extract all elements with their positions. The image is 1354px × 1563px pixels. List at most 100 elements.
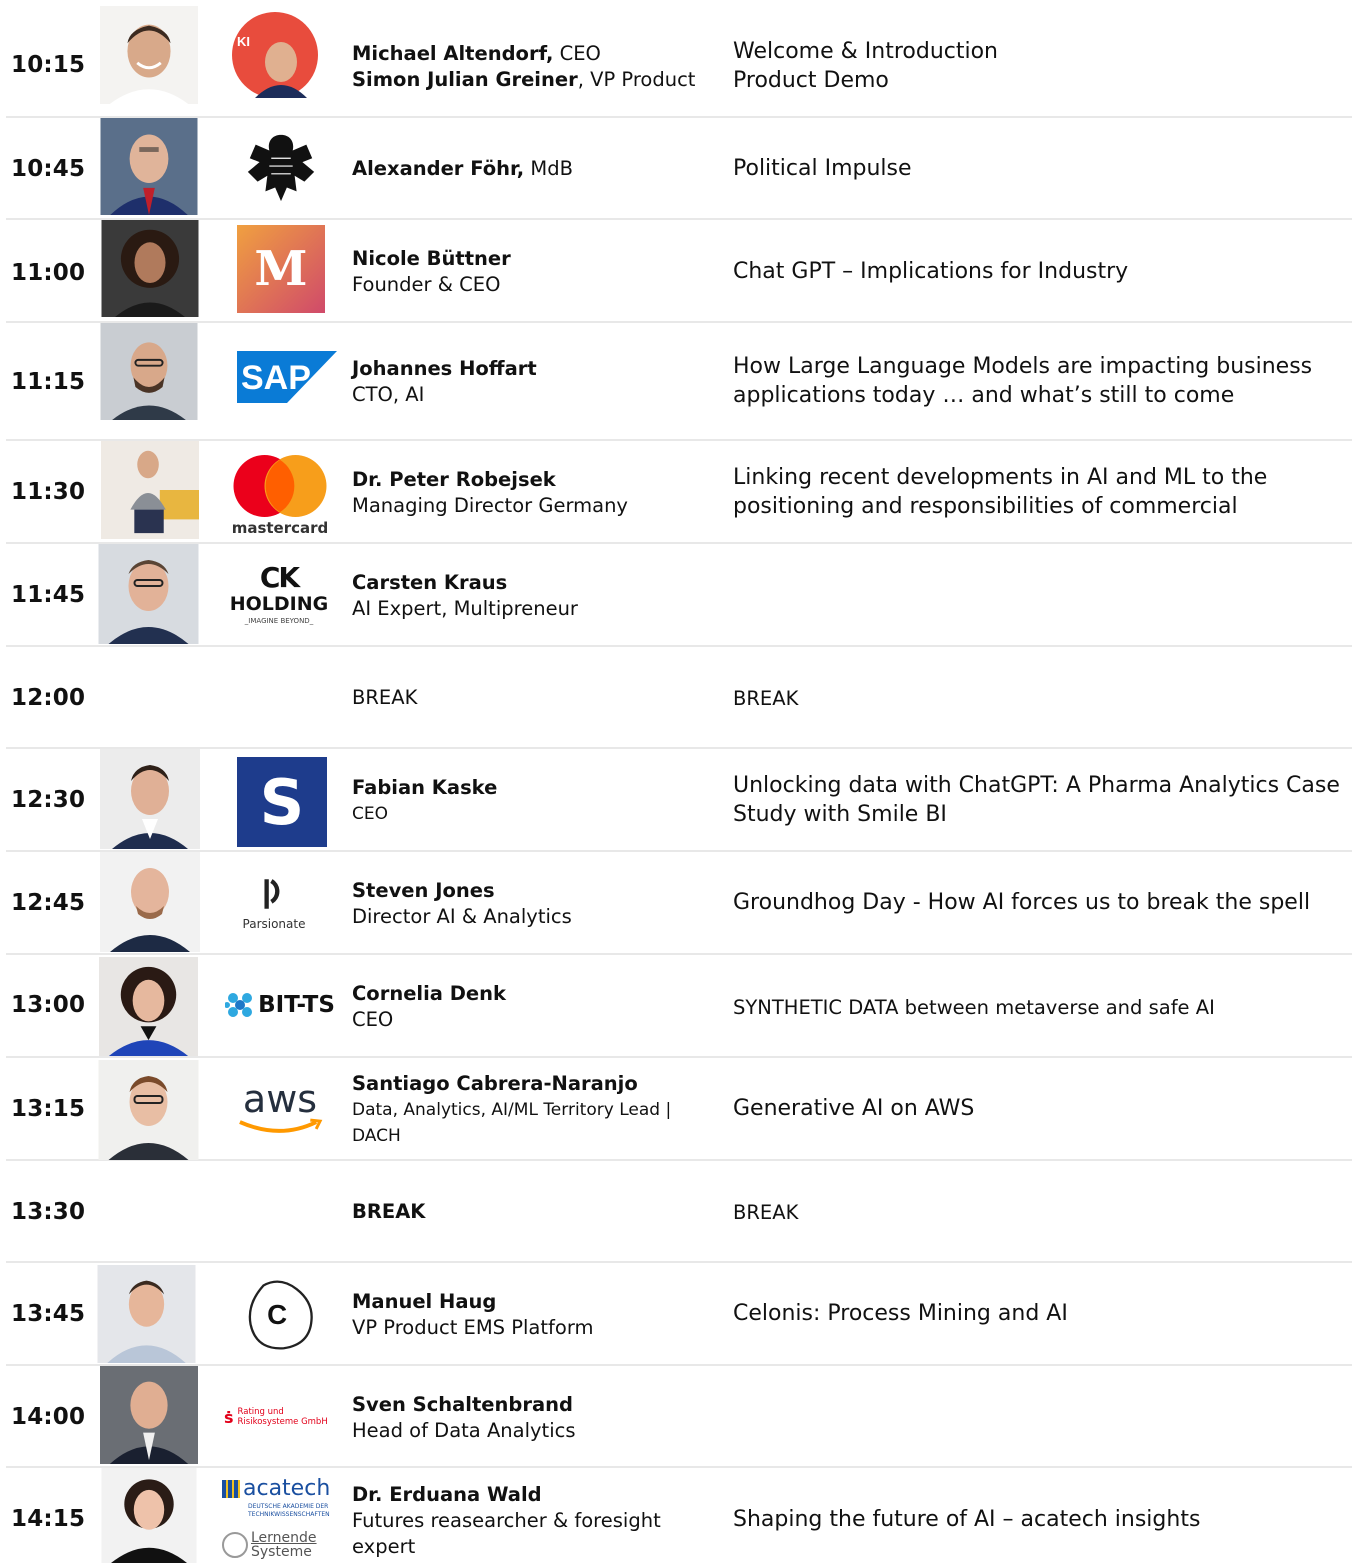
speaker-role: CTO, AI xyxy=(352,383,425,406)
session-topic: Political Impulse xyxy=(733,154,1353,183)
rating-risikosysteme-logo: ṡ Rating und Risikosysteme GmbH xyxy=(224,1402,336,1432)
speaker-photo xyxy=(95,1265,198,1363)
logo-text: BIT-TS xyxy=(258,992,335,1018)
logo-text: Lernende xyxy=(251,1529,317,1546)
speaker-info: Santiago Cabrera-Naranjo Data, Analytics… xyxy=(352,1071,671,1149)
speaker-info: Carsten Kraus AI Expert, Multipreneur xyxy=(352,570,578,622)
speaker-photo xyxy=(99,852,201,952)
logo-text: _IMAGINE BEYOND_ xyxy=(244,617,314,625)
topic-line: applications today … and what’s still to… xyxy=(733,383,1235,408)
time-label: 13:00 xyxy=(11,992,86,1018)
speaker-info: Sven Schaltenbrand Head of Data Analytic… xyxy=(352,1392,576,1444)
logo-text: Systeme xyxy=(251,1543,312,1560)
logo-text: TECHNIKWISSENSCHAFTEN xyxy=(248,1510,330,1518)
ck-holding-logo: CK HOLDING _IMAGINE BEYOND_ xyxy=(224,558,334,632)
acatech-icon xyxy=(222,1479,240,1498)
time-label: 14:00 xyxy=(11,1404,86,1430)
schedule-row: 13:45 C Manuel Haug VP Product EMS Platf… xyxy=(6,1263,1352,1366)
speaker-info: Manuel Haug VP Product EMS Platform xyxy=(352,1289,594,1341)
session-topic: Celonis: Process Mining and AI xyxy=(733,1299,1353,1328)
time-label: 11:30 xyxy=(11,479,86,505)
speaker-info: Michael Altendorf, CEO Simon Julian Grei… xyxy=(352,41,695,93)
break-label: BREAK xyxy=(352,1200,426,1223)
speaker-role: CEO xyxy=(352,1008,394,1031)
logo-text: Rating und xyxy=(237,1407,284,1417)
company-logo: KI xyxy=(231,12,319,98)
speaker-photo xyxy=(99,441,201,539)
speaker-role: CEO xyxy=(352,804,388,824)
speaker-info: Steven Jones Director AI & Analytics xyxy=(352,878,572,930)
speaker-info: Nicole Büttner Founder & CEO xyxy=(352,246,511,298)
topic-line: Celonis: Process Mining and AI xyxy=(733,1301,1068,1326)
logo-text: mastercard xyxy=(231,519,329,537)
speaker-name: Dr. Erduana Wald xyxy=(352,1483,542,1506)
logo-text: M xyxy=(254,241,308,297)
topic-line: Linking recent developments in AI and ML… xyxy=(733,465,1268,490)
speaker-photo xyxy=(99,220,201,317)
speaker-name: Sven Schaltenbrand xyxy=(352,1393,573,1416)
bit-ts-icon xyxy=(225,993,253,1017)
speaker-name: Manuel Haug xyxy=(352,1290,497,1313)
schedule-row: 11:00 M Nicole Büttner Founder & CEO Cha… xyxy=(6,220,1352,323)
schedule-row: 11:30 mastercard Dr. Peter Robejsek Mana… xyxy=(6,441,1352,544)
topic-line: SYNTHETIC DATA between metaverse and saf… xyxy=(733,996,1215,1019)
speaker-name: Johannes Hoffart xyxy=(352,357,537,380)
sparkasse-icon: ṡ xyxy=(224,1407,234,1427)
schedule-row: 14:15 acatech DEUTSCHE AKADEMIE DER TECH… xyxy=(6,1468,1352,1563)
break-topic: BREAK xyxy=(733,687,799,710)
logo-text: S xyxy=(259,765,305,839)
schedule-row: 13:15 aws Santiago Cabrera-Naranjo Data,… xyxy=(6,1058,1352,1161)
lernende-systeme-icon xyxy=(222,1531,248,1558)
schedule-row: 11:15 SAP Johannes Hoffart CTO, AI How L… xyxy=(6,323,1352,441)
speaker-name: Alexander Föhr, xyxy=(352,157,525,180)
speaker-photo xyxy=(97,544,200,644)
speaker-name: Dr. Peter Robejsek xyxy=(352,468,556,491)
speaker-name: Michael Altendorf, xyxy=(352,42,554,65)
topic-line: Welcome & Introduction xyxy=(733,39,998,64)
session-topic: Unlocking data with ChatGPT: A Pharma An… xyxy=(733,771,1353,829)
time-label: 13:30 xyxy=(11,1199,86,1225)
session-topic: Chat GPT – Implications for Industry xyxy=(733,257,1353,286)
topic-line: Product Demo xyxy=(733,68,889,93)
logo-text: C xyxy=(267,1299,287,1330)
speaker-info: Fabian Kaske CEO xyxy=(352,775,497,827)
break-topic: BREAK xyxy=(733,1201,799,1224)
schedule-row: 12:30 S Fabian Kaske CEO Unlocking data … xyxy=(6,749,1352,852)
speaker-photo xyxy=(99,118,199,215)
time-label: 10:45 xyxy=(11,156,86,182)
logo-text: DEUTSCHE AKADEMIE DER xyxy=(248,1502,329,1510)
speaker-role: Director AI & Analytics xyxy=(352,905,572,928)
speaker-name: Nicole Büttner xyxy=(352,247,511,270)
speaker-info: Cornelia Denk CEO xyxy=(352,981,506,1033)
speaker-name: Carsten Kraus xyxy=(352,571,508,594)
time-label: 13:45 xyxy=(11,1301,86,1327)
topic-line: How Large Language Models are impacting … xyxy=(733,354,1313,379)
time-label: 11:15 xyxy=(11,369,86,395)
speaker-name: Steven Jones xyxy=(352,879,495,902)
aws-smile-icon xyxy=(239,1118,323,1133)
speaker-role: AI Expert, Multipreneur xyxy=(352,597,578,620)
schedule-row: 12:45 Parsionate Steven Jones Director A… xyxy=(6,852,1352,955)
time-label: 11:00 xyxy=(11,260,86,286)
session-topic: Generative AI on AWS xyxy=(733,1094,1353,1123)
topic-line: positioning and responsibilities of comm… xyxy=(733,494,1238,519)
topic-line: Generative AI on AWS xyxy=(733,1096,975,1121)
sap-logo: SAP xyxy=(237,351,337,403)
speaker-role: CEO xyxy=(553,42,601,65)
schedule-row: 10:15 KI Michael Altendorf, CEO Simon Ju… xyxy=(6,0,1352,118)
speaker-photo xyxy=(99,6,199,104)
celonis-logo: C xyxy=(242,1275,320,1355)
session-topic: SYNTHETIC DATA between metaverse and saf… xyxy=(733,993,1353,1022)
time-label: 12:45 xyxy=(11,890,86,916)
break-label: BREAK xyxy=(352,686,418,709)
speaker-name: Cornelia Denk xyxy=(352,982,507,1005)
speaker-photo xyxy=(99,749,201,849)
speaker-role: Founder & CEO xyxy=(352,273,501,296)
logo-text: HOLDING xyxy=(229,593,329,615)
logo-text: SAP xyxy=(241,359,311,397)
acatech-logo: acatech DEUTSCHE AKADEMIE DER TECHNIKWIS… xyxy=(222,1474,334,1562)
logo-text: Risikosysteme GmbH xyxy=(237,1417,328,1427)
parsionate-logo: Parsionate xyxy=(236,872,312,936)
company-logo: M xyxy=(237,225,325,313)
schedule-row: 14:00 ṡ Rating und Risikosysteme GmbH Sv… xyxy=(6,1366,1352,1468)
